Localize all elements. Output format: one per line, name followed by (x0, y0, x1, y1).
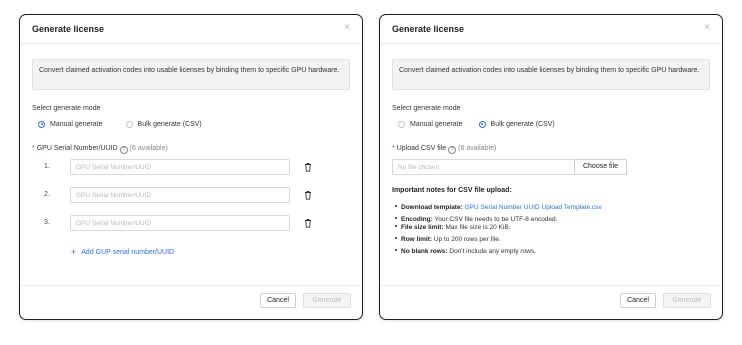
note-key: Encoding: (401, 216, 433, 223)
radio-unselected-icon (398, 120, 405, 128)
note-text: Don't include any empty rows. (449, 248, 536, 255)
serial-input[interactable] (70, 159, 290, 175)
help-icon[interactable]: ? (119, 146, 128, 154)
available-count: (6 available) (129, 145, 168, 152)
generate-button[interactable]: Generate (303, 293, 351, 308)
note-item: No blank rows: Don't include any empty r… (395, 248, 536, 255)
radio-label: Bulk generate (CSV) (137, 120, 202, 128)
radio-selected-icon (38, 120, 45, 128)
serial-label-text: GPU Serial Number/UUID (36, 145, 118, 152)
radio-bulk-generate[interactable]: Bulk generate (CSV) (478, 120, 555, 128)
file-name-field[interactable]: No file chosen (392, 159, 574, 175)
generate-license-dialog-manual: Generate license × Convert claimed activ… (19, 14, 363, 320)
serial-input[interactable] (70, 187, 290, 203)
footer-divider (20, 285, 362, 286)
footer-divider (380, 285, 722, 286)
notes-title: Important notes for CSV file upload: (392, 187, 512, 194)
radio-label: Manual generate (410, 120, 463, 128)
note-text: Up to 200 rows per file. (433, 236, 501, 243)
dialog-title: Generate license (32, 24, 105, 34)
add-serial-link[interactable]: + Add GUP serial number/UUID (71, 247, 174, 257)
mode-radio-group: Manual generate Bulk generate (CSV) (38, 119, 202, 129)
download-template-link[interactable]: GPU Serial Number UUID Upload Template.c… (465, 204, 602, 211)
note-item: Download template: GPU Serial Number UUI… (395, 204, 602, 211)
close-icon[interactable]: × (704, 22, 710, 34)
radio-manual-generate[interactable]: Manual generate (38, 120, 103, 128)
note-item: Encoding: Your CSV file needs to be UTF-… (395, 216, 557, 223)
radio-label: Bulk generate (CSV) (490, 120, 555, 128)
upload-label-text: Upload CSV file (396, 145, 447, 152)
add-serial-label: Add GUP serial number/UUID (81, 249, 175, 256)
row-number: 2. (44, 191, 50, 198)
mode-label: Select generate mode (32, 105, 101, 112)
serial-row: 1. (44, 159, 314, 175)
trash-icon[interactable] (304, 190, 312, 200)
header-divider (20, 43, 362, 44)
mode-label: Select generate mode (392, 105, 461, 112)
trash-icon[interactable] (304, 218, 312, 228)
bullet-icon (395, 205, 397, 207)
row-number: 3. (44, 219, 50, 226)
note-text: Your CSV file needs to be UTF-8 encoded. (434, 216, 558, 223)
radio-selected-icon (478, 120, 486, 128)
note-item: File size limit: Max file size is 20 KiB… (395, 224, 510, 231)
row-number: 1. (44, 163, 50, 170)
mode-radio-group: Manual generate Bulk generate (CSV) (398, 119, 555, 129)
note-key: File size limit: (401, 224, 444, 231)
serial-row: 3. (44, 215, 314, 231)
radio-label: Manual generate (50, 120, 103, 128)
bullet-icon (395, 225, 397, 227)
trash-icon[interactable] (304, 162, 312, 172)
choose-file-button[interactable]: Choose file (574, 159, 627, 175)
note-key: Row limit: (401, 236, 433, 243)
bullet-icon (395, 237, 397, 239)
close-icon[interactable]: × (344, 22, 350, 34)
help-icon[interactable]: ? (448, 146, 457, 154)
note-key: No blank rows: (401, 248, 448, 255)
bullet-icon (395, 217, 397, 219)
info-banner: Convert claimed activation codes into us… (392, 59, 710, 90)
info-banner: Convert claimed activation codes into us… (32, 59, 350, 90)
cancel-button[interactable]: Cancel (260, 293, 296, 308)
required-marker: * (32, 145, 35, 152)
generate-license-dialog-bulk: Generate license × Convert claimed activ… (379, 14, 723, 320)
radio-unselected-icon (125, 120, 133, 128)
note-key: Download template: (401, 204, 463, 211)
note-text: Max file size is 20 KiB. (445, 224, 511, 231)
required-marker: * (392, 145, 395, 152)
available-count: (6 available) (458, 145, 497, 152)
radio-manual-generate[interactable]: Manual generate (398, 120, 463, 128)
dialog-title: Generate license (392, 24, 465, 34)
bullet-icon (395, 249, 397, 251)
serial-input[interactable] (70, 215, 290, 231)
serial-label: * GPU Serial Number/UUID? (6 available) (32, 145, 168, 154)
generate-button[interactable]: Generate (663, 293, 711, 308)
plus-icon: + (71, 247, 77, 257)
serial-row: 2. (44, 187, 314, 203)
cancel-button[interactable]: Cancel (620, 293, 656, 308)
file-upload: No file chosen Choose file (392, 159, 627, 175)
upload-label: * Upload CSV file? (6 available) (392, 145, 496, 154)
note-item: Row limit: Up to 200 rows per file. (395, 236, 501, 243)
header-divider (380, 43, 722, 44)
radio-bulk-generate[interactable]: Bulk generate (CSV) (125, 120, 202, 128)
